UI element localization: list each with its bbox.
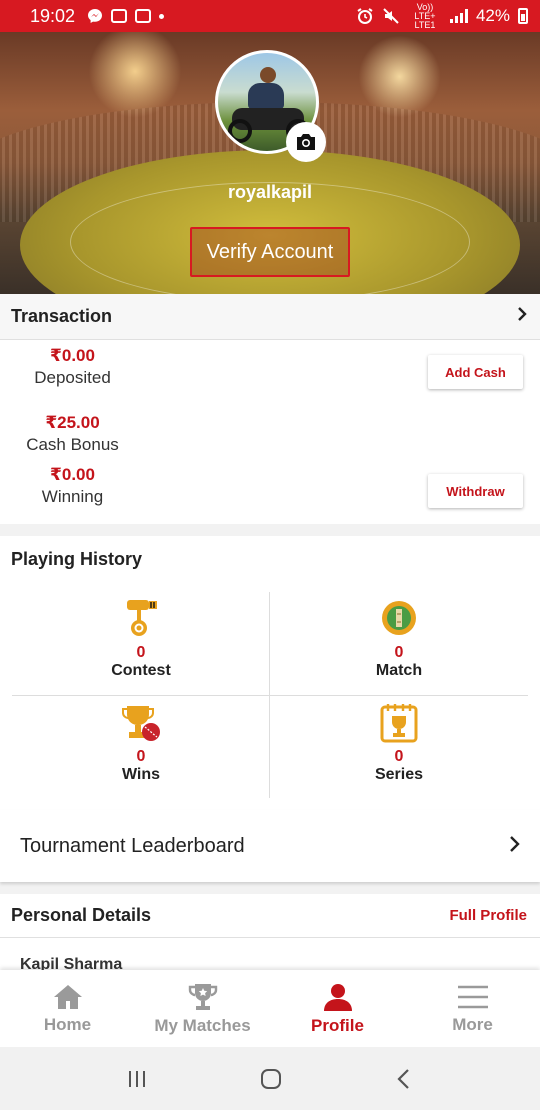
notification-dot-icon: [159, 13, 165, 19]
profile-header: royalkapil Verify Account: [0, 32, 540, 294]
home-icon: [53, 984, 82, 1009]
chevron-right-icon: [510, 835, 520, 852]
playing-history-grid: 0 Contest 0 Match 0 Wins 0 Series: [12, 592, 528, 798]
mute-icon: [383, 8, 399, 24]
series-stat[interactable]: 0 Series: [270, 696, 528, 799]
nav-home-label: Home: [43, 1014, 92, 1034]
bottom-nav: Home My Matches Profile More: [0, 970, 540, 1047]
username: royalkapil: [227, 182, 313, 202]
personal-details-title: Personal Details: [11, 905, 152, 925]
verify-account-button[interactable]: Verify Account: [190, 227, 350, 277]
chevron-right-icon: [518, 307, 527, 321]
cash-bonus-item: ₹25.00 Cash Bonus: [0, 413, 145, 455]
winning-amount: ₹0.00: [50, 465, 95, 484]
network-type: Vo)) LTE+ LTE1: [414, 1, 436, 30]
status-notification-icons: [87, 8, 165, 24]
trophy-ball-icon: [122, 706, 160, 741]
winning-label: Winning: [41, 487, 104, 506]
deposited-item: ₹0.00 Deposited: [0, 346, 145, 388]
person-icon: [323, 983, 352, 1011]
recent-apps-icon[interactable]: [126, 1068, 148, 1090]
menu-icon: [457, 985, 488, 1008]
add-cash-button[interactable]: Add Cash: [428, 355, 523, 389]
status-bar: 19:02 Vo)) LTE+ LTE1 42%: [0, 0, 540, 32]
match-label: Match: [375, 662, 423, 679]
home-button-icon[interactable]: [259, 1067, 283, 1091]
back-icon[interactable]: [394, 1067, 414, 1091]
contest-icon: [127, 600, 157, 636]
contest-value: 0: [136, 644, 146, 661]
signal-icon: [449, 9, 468, 23]
wins-value: 0: [136, 748, 146, 765]
screen-cast-icon: [111, 9, 128, 23]
personal-details-header: Personal Details Full Profile: [0, 894, 540, 938]
series-label: Series: [374, 766, 424, 783]
voicemail-icon: [135, 9, 152, 23]
deposited-label: Deposited: [34, 368, 111, 387]
nav-my-matches[interactable]: My Matches: [135, 970, 270, 1047]
match-icon: [382, 601, 416, 635]
nav-profile-label: Profile: [311, 1015, 364, 1035]
nav-more-label: More: [452, 1014, 493, 1034]
full-profile-link[interactable]: Full Profile: [449, 907, 527, 924]
series-value: 0: [394, 748, 404, 765]
calendar-trophy-icon: [380, 704, 418, 743]
match-value: 0: [394, 644, 404, 661]
transaction-title: Transaction: [11, 306, 113, 326]
withdraw-button[interactable]: Withdraw: [428, 474, 523, 508]
status-time: 19:02: [30, 5, 76, 26]
nav-more[interactable]: More: [405, 970, 540, 1047]
cash-bonus-amount: ₹25.00: [45, 413, 100, 432]
wins-stat[interactable]: 0 Wins: [12, 696, 270, 799]
messenger-icon: [88, 9, 103, 23]
change-photo-button[interactable]: [286, 122, 326, 162]
playing-history-header: Playing History: [0, 536, 540, 582]
battery-icon: [518, 8, 528, 24]
nav-my-matches-label: My Matches: [154, 1015, 251, 1035]
deposited-amount: ₹0.00: [50, 346, 95, 365]
winning-item: ₹0.00 Winning: [0, 465, 145, 507]
nav-home[interactable]: Home: [0, 970, 135, 1047]
transaction-header[interactable]: Transaction: [0, 294, 540, 340]
camera-icon: [297, 134, 315, 150]
playing-history-card: Playing History 0 Contest 0 Match 0 Wins: [0, 536, 540, 810]
contest-label: Contest: [111, 662, 171, 679]
wins-label: Wins: [121, 766, 161, 783]
trophy-icon: [188, 983, 217, 1010]
cash-bonus-label: Cash Bonus: [26, 435, 119, 454]
tournament-leaderboard-label: Tournament Leaderboard: [20, 834, 245, 857]
transaction-card: Transaction ₹0.00 Deposited ₹25.00 Cash …: [0, 294, 540, 524]
contest-stat[interactable]: 0 Contest: [12, 592, 270, 695]
android-nav-bar: [0, 1047, 540, 1110]
nav-profile[interactable]: Profile: [270, 970, 405, 1047]
alarm-icon: [357, 8, 373, 24]
battery-percent: 42%: [475, 6, 510, 25]
match-stat[interactable]: 0 Match: [270, 592, 528, 695]
playing-history-title: Playing History: [11, 548, 143, 569]
tournament-leaderboard-row[interactable]: Tournament Leaderboard: [0, 810, 540, 882]
personal-details-card: Personal Details Full Profile Kapil Shar…: [0, 894, 540, 974]
